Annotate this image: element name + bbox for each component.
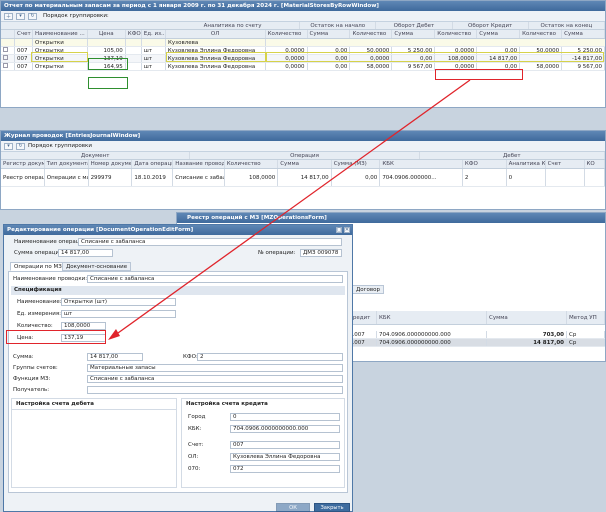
annotation-arrow xyxy=(108,79,471,340)
